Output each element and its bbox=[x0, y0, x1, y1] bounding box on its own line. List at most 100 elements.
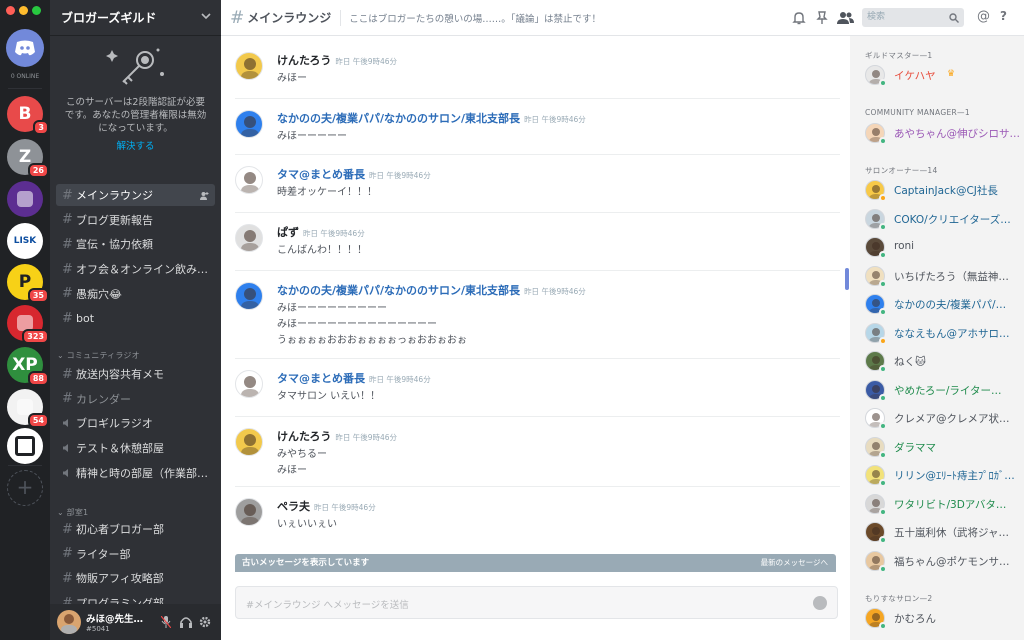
message-timestamp: 昨日 午後9時46分 bbox=[303, 229, 365, 238]
avatar[interactable] bbox=[57, 610, 81, 634]
message-author[interactable]: タマ@まとめ番長 昨日 午後9時46分 bbox=[277, 166, 431, 182]
mention-icon[interactable]: @ bbox=[977, 9, 990, 24]
channel-item[interactable]: 精神と時の部屋（作業部… bbox=[56, 462, 215, 484]
channel-hash-icon: # bbox=[62, 236, 73, 252]
microphone-icon[interactable] bbox=[161, 616, 171, 628]
window-minimize-button[interactable] bbox=[19, 6, 28, 15]
avatar[interactable] bbox=[235, 428, 263, 456]
search-icon bbox=[949, 13, 959, 23]
member-item[interactable]: ねく🐱 bbox=[865, 351, 1020, 377]
channel-item[interactable]: # カレンダー bbox=[56, 388, 215, 410]
avatar[interactable] bbox=[235, 224, 263, 252]
message-timestamp: 昨日 午後9時46分 bbox=[369, 375, 431, 384]
avatar[interactable] bbox=[235, 110, 263, 138]
category-club-room[interactable]: ⌄ 部室1 bbox=[57, 507, 88, 518]
emoji-icon[interactable] bbox=[813, 596, 827, 610]
guild-icon[interactable]: XP 88 bbox=[7, 347, 49, 386]
bell-icon[interactable] bbox=[792, 11, 806, 25]
member-item[interactable]: COKO/クリエイターズ… bbox=[865, 208, 1020, 235]
channel-item[interactable]: # メインラウンジ bbox=[56, 184, 215, 206]
member-item[interactable]: ダラママ bbox=[865, 436, 1020, 463]
avatar[interactable] bbox=[235, 282, 263, 310]
guild-icon[interactable]: LISK bbox=[7, 223, 43, 259]
message-author[interactable]: ぱず 昨日 午後9時46分 bbox=[277, 224, 365, 240]
author-name: タマ@まとめ番長 bbox=[277, 372, 365, 385]
channel-name: ブロギルラジオ bbox=[76, 417, 153, 431]
message-group: なかのの夫/複業パパ/なかののサロン/東北支部長 昨日 午後9時46分 みほーーーー… bbox=[235, 282, 840, 350]
jump-to-present-button[interactable]: 最新のメッセージへ bbox=[761, 554, 828, 572]
channel-item[interactable]: # bot bbox=[56, 308, 215, 330]
message-author[interactable]: けんたろう 昨日 午後9時46分 bbox=[277, 52, 397, 68]
member-item[interactable]: roni bbox=[865, 237, 1020, 263]
scrollbar[interactable] bbox=[845, 268, 849, 290]
invite-icon[interactable] bbox=[200, 190, 209, 200]
category-community-radio[interactable]: ⌄ コミュニティラジオ bbox=[57, 350, 140, 361]
member-list-icon[interactable] bbox=[837, 11, 854, 25]
member-item[interactable]: CaptainJack@CJ社長 bbox=[865, 180, 1020, 206]
avatar[interactable] bbox=[235, 498, 263, 526]
channel-item[interactable]: # 放送内容共有メモ bbox=[56, 363, 215, 385]
member-item[interactable]: ななえもん@アホサロ… bbox=[865, 322, 1020, 349]
member-item[interactable]: やめたろー/ライター… bbox=[865, 379, 1020, 406]
channel-item[interactable]: # ブログ更新報告 bbox=[56, 209, 215, 231]
window-maximize-button[interactable] bbox=[32, 6, 41, 15]
member-item[interactable]: イケハヤ ♛ bbox=[865, 65, 1020, 91]
home-button[interactable] bbox=[6, 29, 44, 67]
channel-item[interactable]: # 宣伝・協力依頼 bbox=[56, 233, 215, 255]
guild-icon[interactable]: P 35 bbox=[7, 264, 49, 303]
member-item[interactable]: ワタリビト/3Dアバタ… bbox=[865, 493, 1020, 520]
message-group: ぱず 昨日 午後9時46分 こんばんわ！！！！ bbox=[235, 224, 840, 260]
member-name: roni bbox=[894, 240, 915, 252]
search-input[interactable]: 検索 bbox=[862, 8, 964, 27]
channel-item[interactable]: # ライター部 bbox=[56, 543, 215, 565]
resolve-link[interactable]: 解決する bbox=[50, 138, 221, 152]
member-item[interactable]: あやちゃん@伸びシロサ… bbox=[865, 122, 1020, 149]
member-item[interactable]: クレメア@クレメア状… bbox=[865, 408, 1020, 434]
guild-icon[interactable]: 323 bbox=[7, 305, 49, 344]
guild-header[interactable]: ブロガーズギルド bbox=[50, 0, 221, 36]
old-messages-bar[interactable]: 古いメッセージを表示しています 最新のメッセージへ bbox=[235, 554, 836, 572]
member-item[interactable]: なかのの夫/複業パパ/… bbox=[865, 294, 1020, 320]
channel-hash-icon: # bbox=[62, 546, 73, 562]
gear-icon[interactable] bbox=[199, 616, 211, 628]
guild-icon[interactable] bbox=[7, 428, 43, 464]
message-author[interactable]: けんたろう 昨日 午後9時46分 bbox=[277, 428, 397, 444]
channel-item[interactable]: # 初心者ブロガー部 bbox=[56, 518, 215, 540]
guild-icon[interactable]: Z 26 bbox=[7, 139, 49, 178]
message-divider bbox=[235, 212, 840, 213]
help-icon[interactable]: ? bbox=[1000, 9, 1007, 23]
avatar[interactable] bbox=[235, 52, 263, 80]
channel-item[interactable]: # 愚痴穴😂 bbox=[56, 283, 215, 305]
channel-name: 物販アフィ攻略部 bbox=[76, 572, 164, 586]
message-input[interactable]: #メインラウンジ へメッセージを送信 bbox=[235, 586, 838, 619]
guild-icon[interactable]: 54 bbox=[7, 389, 49, 428]
channel-item[interactable]: テスト＆休憩部屋 bbox=[56, 437, 215, 459]
avatar[interactable] bbox=[235, 370, 263, 398]
status-dot bbox=[879, 365, 887, 373]
message-author[interactable]: タマ@まとめ番長 昨日 午後9時46分 bbox=[277, 370, 431, 386]
channel-name: テスト＆休憩部屋 bbox=[76, 442, 164, 456]
guild-icon[interactable]: B3 bbox=[7, 96, 49, 135]
member-item[interactable]: リリン@ｴﾘｰﾄ痔主ﾌﾟﾛｶﾞ… bbox=[865, 465, 1020, 491]
channel-item[interactable]: ブロギルラジオ bbox=[56, 412, 215, 434]
channel-name: 愚痴穴😂 bbox=[76, 287, 122, 301]
member-item[interactable]: 福ちゃん@ポケモンサ… bbox=[865, 550, 1020, 577]
message-list[interactable]: けんたろう 昨日 午後9時46分 みほー なかのの夫/複業パパ/なかののサロン/東北支… bbox=[221, 36, 850, 584]
channel-item[interactable]: # 物販アフィ攻略部 bbox=[56, 567, 215, 589]
window-close-button[interactable] bbox=[6, 6, 15, 15]
headphones-icon[interactable] bbox=[180, 616, 192, 628]
rail-divider bbox=[8, 465, 42, 466]
add-server-button[interactable]: + bbox=[7, 470, 43, 506]
message-author[interactable]: なかのの夫/複業パパ/なかののサロン/東北支部長 昨日 午後9時46分 bbox=[277, 110, 586, 126]
message-author[interactable]: なかのの夫/複業パパ/なかののサロン/東北支部長 昨日 午後9時46分 bbox=[277, 282, 586, 298]
avatar[interactable] bbox=[235, 166, 263, 194]
message-author[interactable]: ペラ夫 昨日 午後9時46分 bbox=[277, 498, 376, 514]
status-dot bbox=[879, 622, 887, 630]
channel-item[interactable]: # オフ会＆オンライン飲み… bbox=[56, 258, 215, 280]
chevron-down-icon[interactable] bbox=[201, 13, 211, 20]
member-item[interactable]: いちげたろう（無益神… bbox=[865, 265, 1020, 292]
member-item[interactable]: かむろん bbox=[865, 608, 1020, 634]
member-item[interactable]: 五十嵐利休（武将ジャ… bbox=[865, 522, 1020, 548]
pin-icon[interactable] bbox=[815, 11, 829, 25]
guild-icon[interactable] bbox=[7, 181, 43, 217]
